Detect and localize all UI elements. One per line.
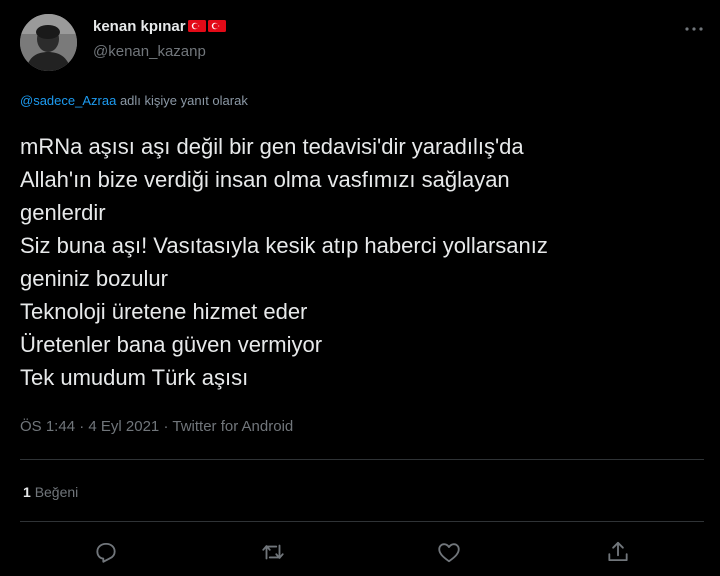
- author-handle[interactable]: @kenan_kazanp: [93, 43, 206, 60]
- retweet-icon: [262, 544, 284, 560]
- tweet-meta: ÖS 1:44 · 4 Eyl 2021 · Twitter for Andro…: [20, 418, 293, 435]
- tweet-text: mRNa aşısı aşı değil bir gen tedavisi'di…: [20, 130, 700, 394]
- heart-icon: [438, 543, 460, 563]
- like-button[interactable]: [436, 539, 462, 565]
- tweet-line: Allah'ın bize verdiği insan olma vasfımı…: [20, 167, 510, 192]
- divider: [20, 459, 704, 460]
- retweet-button[interactable]: [260, 539, 286, 565]
- more-horizontal-icon: [685, 27, 703, 31]
- tweet-line: Tek umudum Türk aşısı: [20, 365, 249, 390]
- author-name-row[interactable]: kenan kpınar: [93, 18, 226, 35]
- tweet-line: Siz buna aşı! Vasıtasıyla kesik atıp hab…: [20, 233, 548, 258]
- tweet-line: mRNa aşısı aşı değil bir gen tedavisi'di…: [20, 134, 524, 159]
- share-icon: [608, 541, 628, 562]
- meta-separator: ·: [163, 418, 169, 435]
- tweet-line: geniniz bozulur: [20, 266, 168, 291]
- share-button[interactable]: [605, 539, 631, 565]
- avatar-photo: [20, 14, 77, 71]
- reply-button[interactable]: [93, 539, 119, 565]
- more-options-button[interactable]: [682, 22, 706, 36]
- turkey-flag-icon: [207, 20, 226, 32]
- avatar[interactable]: [20, 14, 77, 71]
- divider: [20, 521, 704, 522]
- tweet-line: genlerdir: [20, 200, 106, 225]
- likes-count: 1: [23, 484, 31, 500]
- reply-context-label: adlı kişiye yanıt olarak: [119, 93, 248, 108]
- turkey-flag-icon: [187, 20, 206, 32]
- tweet-source[interactable]: Twitter for Android: [172, 418, 293, 435]
- likes-label: Beğeni: [34, 484, 79, 500]
- reply-icon: [96, 542, 116, 563]
- tweet-date[interactable]: 4 Eyl 2021: [88, 418, 159, 435]
- tweet-line: Teknoloji üretene hizmet eder: [20, 299, 308, 324]
- display-name[interactable]: kenan kpınar: [93, 18, 186, 35]
- reply-context: @sadece_Azraa adlı kişiye yanıt olarak: [20, 93, 248, 108]
- tweet-time[interactable]: ÖS 1:44: [20, 418, 75, 435]
- reply-mention-link[interactable]: @sadece_Azraa: [20, 93, 116, 108]
- meta-separator: ·: [79, 418, 85, 435]
- likes-stat[interactable]: 1 Beğeni: [23, 484, 78, 500]
- tweet-line: Üretenler bana güven vermiyor: [20, 332, 323, 357]
